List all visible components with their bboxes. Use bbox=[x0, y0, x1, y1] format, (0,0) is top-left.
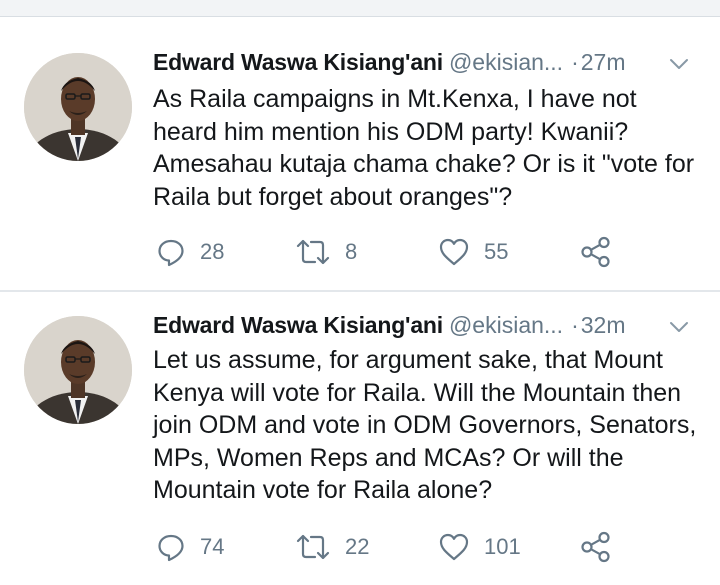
heart-icon bbox=[438, 237, 470, 267]
share-icon bbox=[580, 236, 612, 268]
avatar[interactable] bbox=[24, 316, 132, 424]
tweet-text: Let us assume, for argument sake, that M… bbox=[153, 346, 697, 504]
tweet-actions: 28 8 55 bbox=[150, 232, 620, 272]
retweet-icon bbox=[295, 532, 331, 562]
reply-button[interactable]: 28 bbox=[156, 232, 224, 272]
retweet-button[interactable]: 8 bbox=[295, 232, 357, 272]
timestamp[interactable]: 27m bbox=[581, 49, 626, 75]
heart-icon bbox=[438, 532, 470, 562]
retweet-count: 22 bbox=[345, 534, 370, 559]
reply-count: 28 bbox=[200, 239, 225, 264]
tweet[interactable]: Edward Waswa Kisiang'ani @ekisian... ·32m … bbox=[0, 292, 720, 585]
like-button[interactable]: 55 bbox=[438, 232, 508, 272]
author-name[interactable]: Edward Waswa Kisiang'ani bbox=[153, 49, 443, 75]
tweet-header: Edward Waswa Kisiang'ani @ekisian... ·32m bbox=[153, 308, 626, 342]
separator-dot: · bbox=[571, 49, 579, 75]
retweet-button[interactable]: 22 bbox=[295, 527, 369, 567]
retweet-icon bbox=[295, 237, 331, 267]
timestamp[interactable]: 32m bbox=[581, 312, 626, 338]
like-count: 55 bbox=[484, 239, 509, 264]
tweet-header: Edward Waswa Kisiang'ani @ekisian... ·27m bbox=[153, 45, 626, 79]
retweet-count: 8 bbox=[345, 239, 358, 264]
tweet[interactable]: Edward Waswa Kisiang'ani @ekisian... ·27m … bbox=[0, 17, 720, 290]
reply-button[interactable]: 74 bbox=[156, 527, 224, 567]
tweet-actions: 74 22 101 bbox=[150, 527, 620, 567]
share-icon bbox=[580, 531, 612, 563]
chevron-down-icon[interactable] bbox=[667, 315, 691, 339]
author-handle[interactable]: @ekisian... bbox=[449, 49, 563, 75]
separator-dot: · bbox=[571, 312, 579, 338]
share-button[interactable] bbox=[580, 527, 612, 567]
chevron-down-icon[interactable] bbox=[667, 52, 691, 76]
reply-icon bbox=[156, 237, 186, 267]
top-band bbox=[0, 0, 720, 16]
author-name[interactable]: Edward Waswa Kisiang'ani bbox=[153, 312, 443, 338]
like-button[interactable]: 101 bbox=[438, 527, 521, 567]
reply-count: 74 bbox=[200, 534, 225, 559]
share-button[interactable] bbox=[580, 232, 612, 272]
like-count: 101 bbox=[484, 534, 521, 559]
tweet-text: As Raila campaigns in Mt.Kenxa, I have n… bbox=[153, 85, 695, 211]
avatar[interactable] bbox=[24, 53, 132, 161]
reply-icon bbox=[156, 532, 186, 562]
author-handle[interactable]: @ekisian... bbox=[449, 312, 563, 338]
